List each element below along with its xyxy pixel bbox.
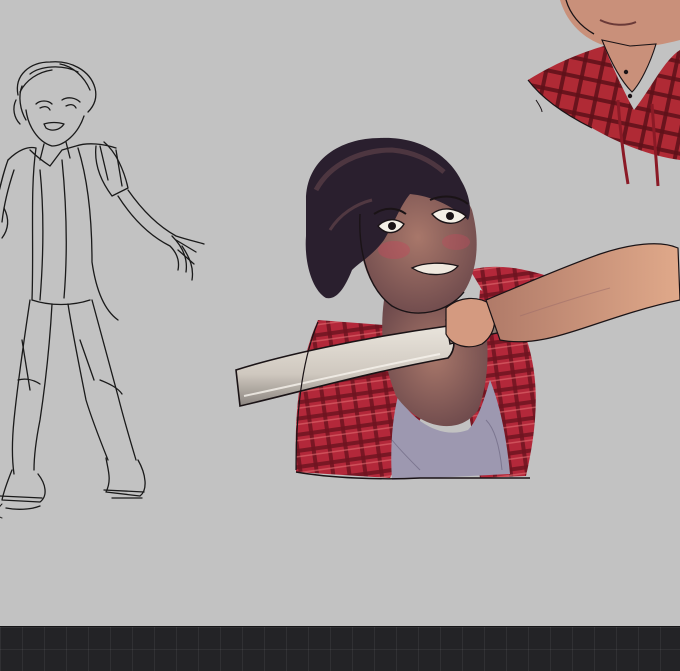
drawing-app — [0, 0, 680, 671]
drawing-canvas[interactable] — [0, 0, 680, 626]
partial-torso-colored-sketch — [527, 0, 680, 187]
bottom-panel — [0, 626, 680, 671]
character-with-machete-colored-sketch — [235, 137, 680, 480]
standing-figure-pencil-sketch — [0, 61, 205, 519]
